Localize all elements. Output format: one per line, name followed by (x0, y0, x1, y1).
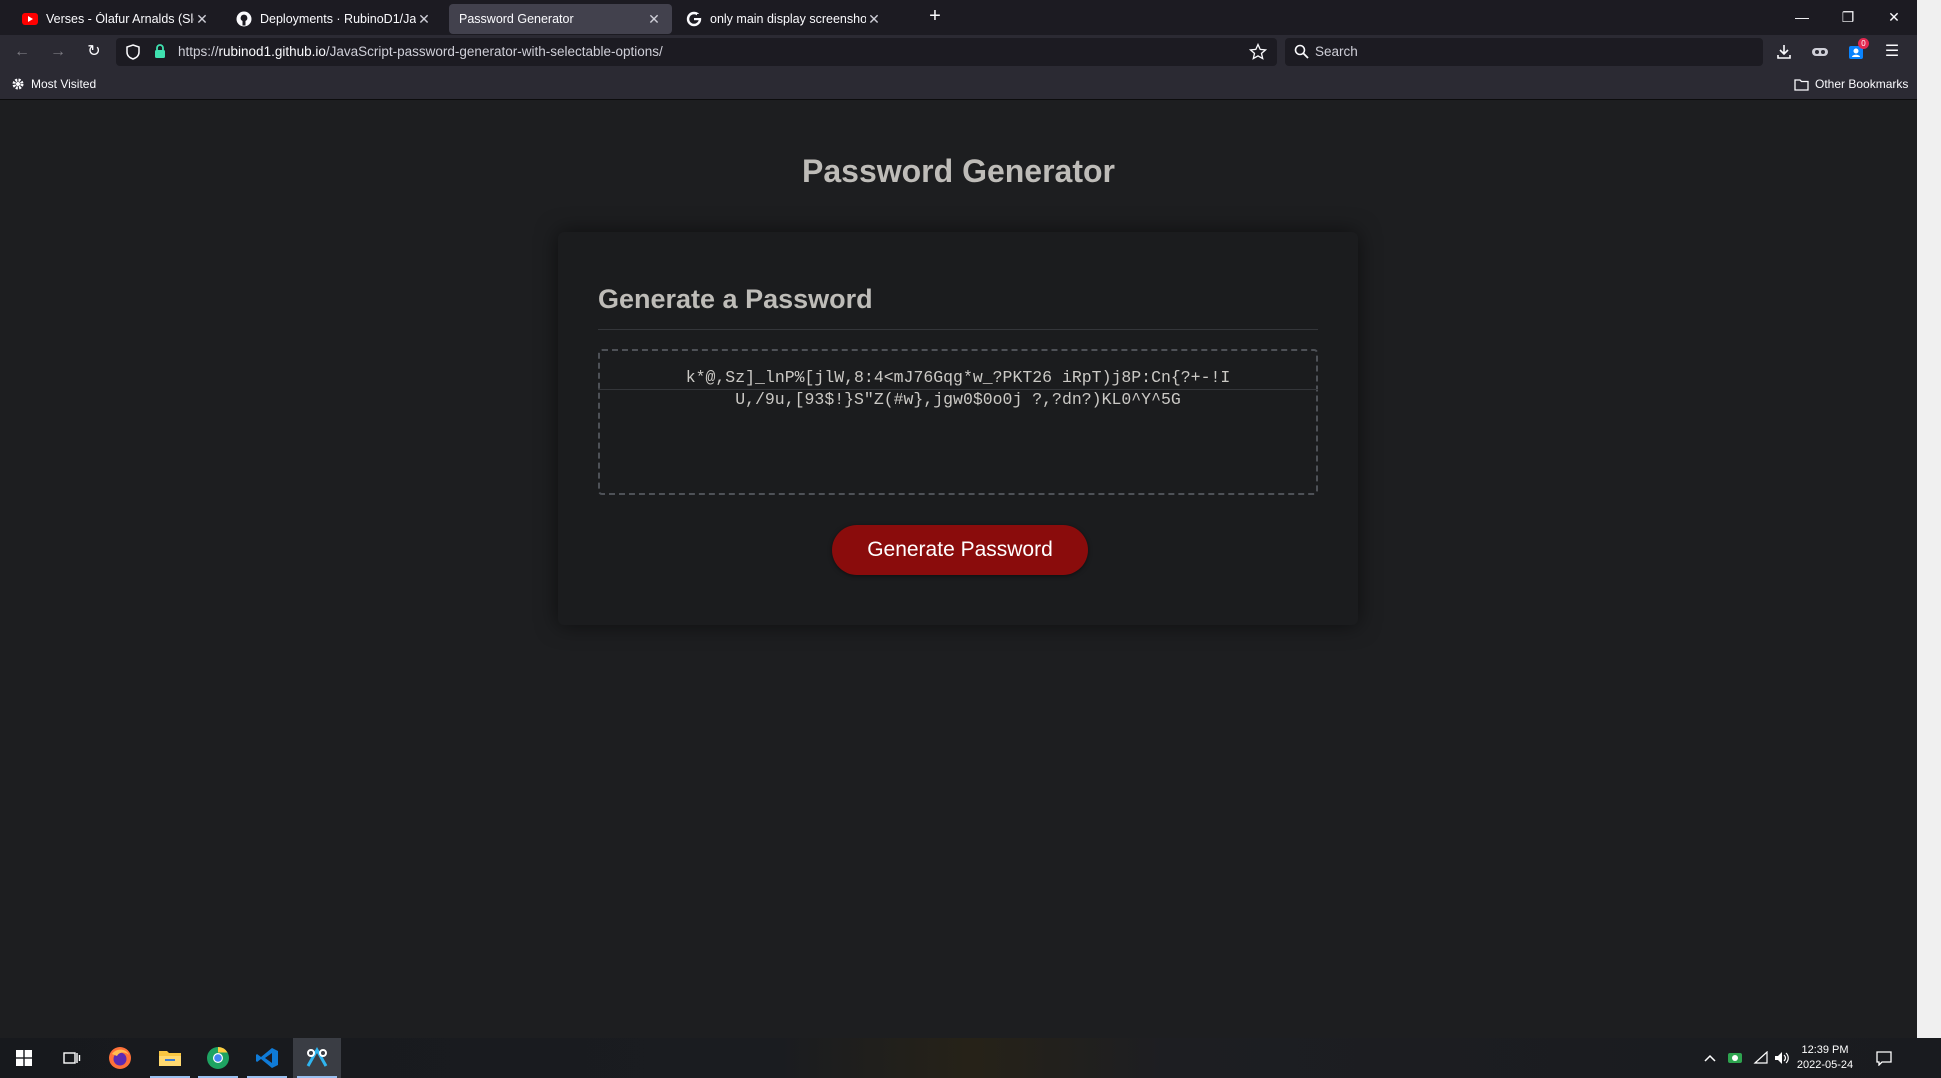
tab-strip: Verses - Ólafur Arnalds (Slowed) ✕ Deplo… (0, 0, 1917, 35)
back-button[interactable]: ← (8, 39, 36, 65)
page-viewport: Password Generator Generate a Password k… (0, 100, 1917, 1038)
taskbar-clock[interactable]: 12:39 PM 2022-05-24 (1793, 1043, 1857, 1073)
firefox-icon[interactable] (96, 1038, 144, 1078)
windows-start-icon[interactable] (0, 1038, 48, 1078)
tab-youtube[interactable]: Verses - Ólafur Arnalds (Slowed) ✕ (18, 4, 214, 34)
menu-icon[interactable]: ☰ (1878, 39, 1906, 65)
volume-icon[interactable] (1772, 1038, 1792, 1078)
close-window-button[interactable]: ✕ (1874, 5, 1914, 29)
bookmark-other[interactable]: Other Bookmarks (1794, 69, 1908, 99)
tab-github[interactable]: Deployments · RubinoD1/JavaScript-passwo… (232, 4, 436, 34)
account-icon[interactable]: 0 (1842, 38, 1870, 65)
new-tab-button[interactable]: + (922, 4, 948, 30)
restore-button[interactable]: ❐ (1828, 5, 1868, 29)
card-header: Generate a Password (598, 284, 873, 314)
close-icon[interactable]: ✕ (416, 11, 432, 28)
bookmark-star-icon[interactable] (1248, 42, 1268, 66)
close-icon[interactable]: ✕ (646, 11, 662, 28)
extension-icon[interactable] (1806, 39, 1834, 65)
generator-card: Generate a Password k*@,Sz]_lnP%[jlW,8:4… (558, 232, 1358, 625)
search-icon (1294, 44, 1309, 64)
minimize-button[interactable]: — (1782, 5, 1822, 29)
notification-badge: 0 (1858, 38, 1869, 49)
bookmark-label: Other Bookmarks (1815, 77, 1909, 91)
clock-time: 12:39 PM (1801, 1044, 1849, 1056)
bookmarks-toolbar: Most Visited Other Bookmarks (0, 69, 1917, 100)
close-icon[interactable]: ✕ (194, 11, 210, 28)
file-explorer-icon[interactable] (146, 1038, 194, 1078)
divider (598, 329, 1318, 330)
url-text[interactable]: https://rubinod1.github.io/JavaScript-pa… (178, 38, 663, 66)
shield-icon[interactable] (126, 44, 140, 65)
clock-date: 2022-05-24 (1796, 1059, 1854, 1071)
url-prefix: https:// (178, 44, 219, 59)
tab-title: Password Generator (459, 12, 574, 26)
tab-title: Deployments · RubinoD1/JavaScript-passwo… (260, 12, 416, 26)
chrome-icon[interactable] (194, 1038, 242, 1078)
bookmark-label: Most Visited (31, 77, 97, 91)
forward-button[interactable]: → (44, 39, 72, 65)
chevron-up-icon[interactable] (1702, 1038, 1718, 1078)
youtube-icon (22, 11, 38, 27)
url-host: rubinod1.github.io (218, 44, 326, 59)
task-view-icon[interactable] (48, 1038, 96, 1078)
generate-password-button[interactable]: Generate Password (832, 525, 1088, 575)
windows-taskbar: 12:39 PM 2022-05-24 (0, 1038, 1941, 1078)
search-placeholder: Search (1315, 44, 1358, 59)
screen-edge (1917, 0, 1941, 1038)
google-icon (686, 11, 702, 27)
navigation-toolbar: ← → ↻ https://rubinod1.github.io/JavaScr… (0, 35, 1917, 69)
tab-title: only main display screenshot - Google Se… (710, 12, 866, 26)
snip-sketch-icon[interactable] (293, 1038, 341, 1078)
divider (598, 389, 1318, 390)
show-desktop-button[interactable] (1930, 1038, 1941, 1078)
password-output[interactable]: k*@,Sz]_lnP%[jlW,8:4<mJ76Gqg*w_?PKT26 iR… (598, 349, 1318, 495)
reload-button[interactable]: ↻ (80, 39, 108, 65)
page-title: Password Generator (802, 153, 1115, 189)
notifications-icon[interactable] (1872, 1038, 1896, 1078)
url-bar[interactable]: https://rubinod1.github.io/JavaScript-pa… (116, 38, 1277, 66)
network-status-icon[interactable] (1724, 1038, 1746, 1078)
wifi-icon[interactable] (1750, 1038, 1772, 1078)
url-path: /JavaScript-password-generator-with-sele… (325, 44, 663, 59)
bookmark-most-visited[interactable]: Most Visited (11, 69, 96, 99)
gear-icon (11, 77, 25, 91)
vscode-icon[interactable] (243, 1038, 291, 1078)
tab-google[interactable]: only main display screenshot - Google Se… (682, 4, 886, 34)
close-icon[interactable]: ✕ (866, 11, 882, 28)
lock-icon[interactable] (154, 44, 166, 64)
downloads-icon[interactable] (1770, 39, 1798, 65)
github-icon (236, 11, 252, 27)
tab-title: Verses - Ólafur Arnalds (Slowed) (46, 12, 194, 26)
folder-icon (1794, 78, 1809, 91)
search-bar[interactable]: Search (1285, 38, 1763, 66)
tab-password-generator[interactable]: Password Generator ✕ (449, 4, 672, 34)
